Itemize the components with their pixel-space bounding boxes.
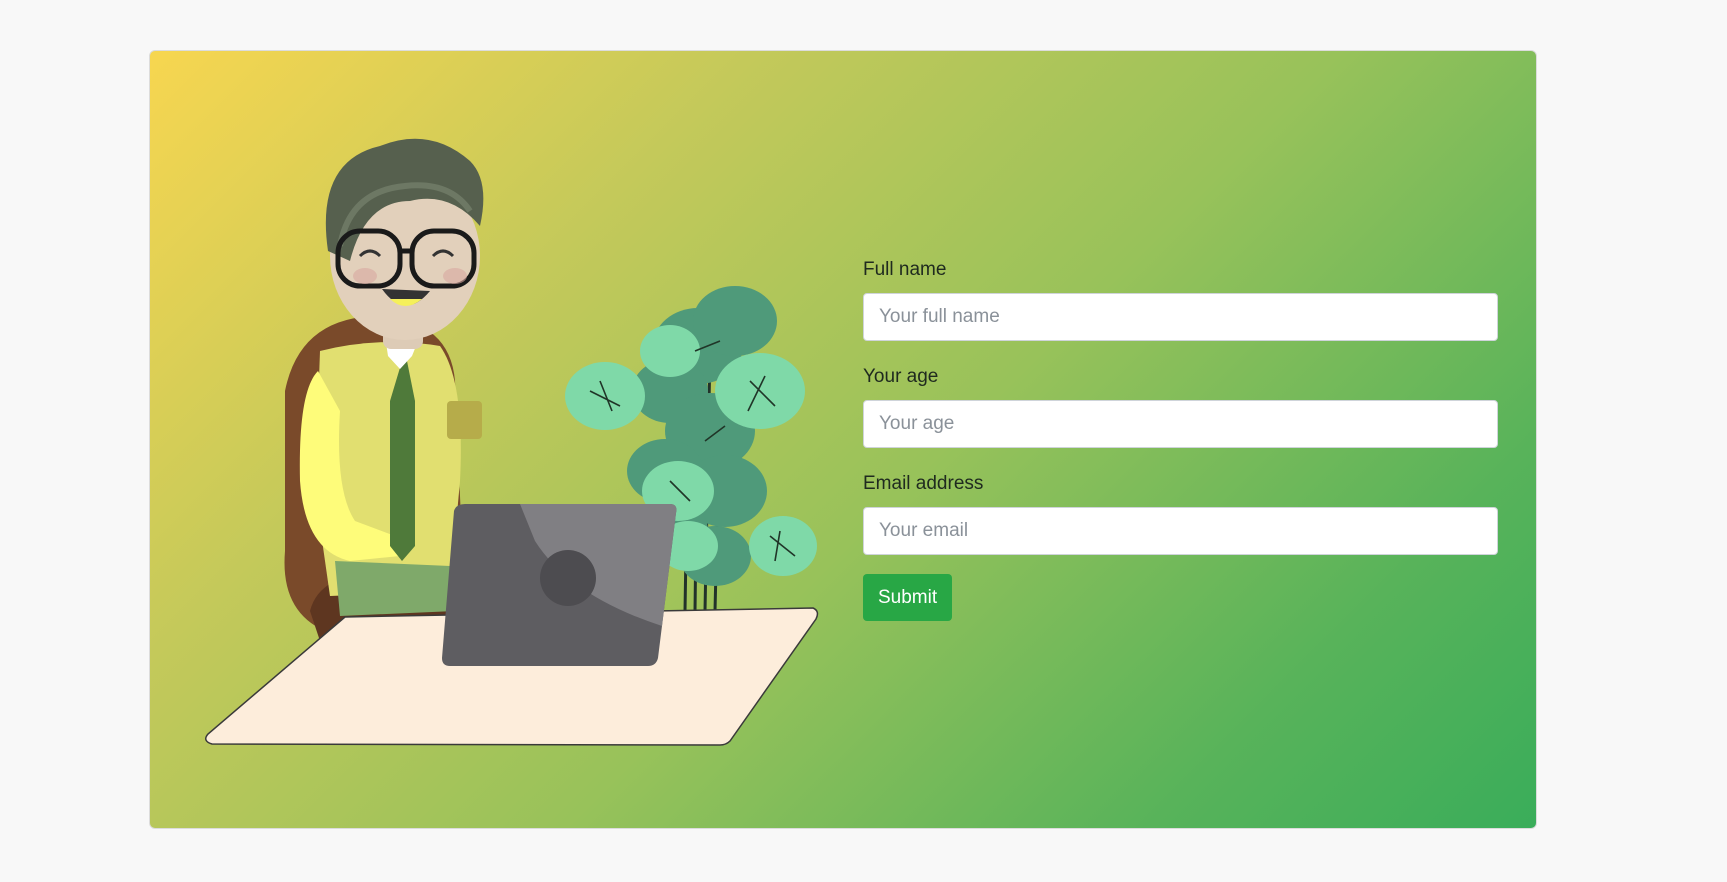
age-label: Your age xyxy=(863,366,939,387)
signup-form: Full name Your age Email address Submit xyxy=(863,258,1498,621)
full-name-label: Full name xyxy=(863,259,947,280)
age-input[interactable] xyxy=(863,400,1498,448)
office-worker-illustration xyxy=(205,138,819,746)
signup-card: Full name Your age Email address Submit xyxy=(149,50,1537,829)
full-name-input[interactable] xyxy=(863,293,1498,341)
submit-button[interactable]: Submit xyxy=(863,574,953,621)
email-label: Email address xyxy=(863,473,984,494)
laptop xyxy=(442,504,677,666)
email-input[interactable] xyxy=(863,507,1498,555)
